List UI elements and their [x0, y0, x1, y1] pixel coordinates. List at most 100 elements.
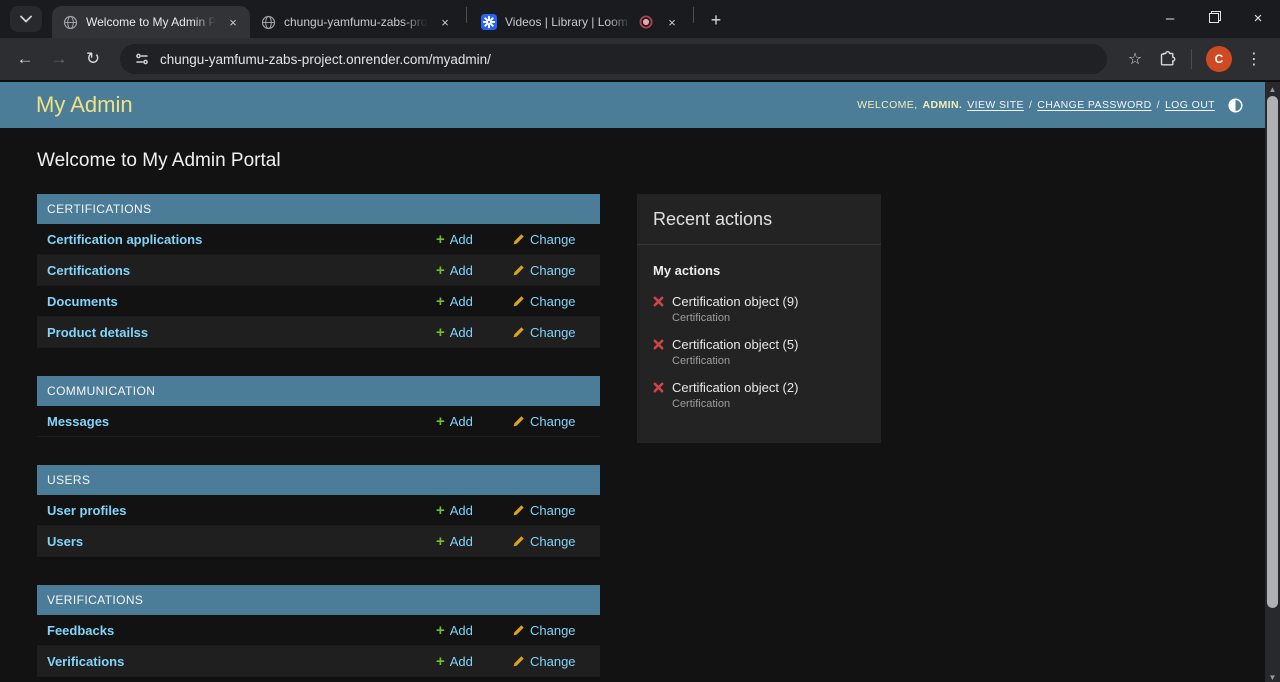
- tab-search-button[interactable]: [10, 6, 42, 32]
- plus-icon: +: [436, 412, 445, 430]
- tab-admin-portal[interactable]: Welcome to My Admin Portal | ×: [52, 6, 250, 38]
- profile-avatar[interactable]: C: [1206, 46, 1232, 72]
- delete-x-icon: [653, 296, 664, 307]
- minimize-button[interactable]: –: [1148, 0, 1192, 36]
- module-caption-link[interactable]: VERIFICATIONS: [37, 585, 600, 615]
- separator: /: [1156, 99, 1160, 111]
- logout-link[interactable]: LOG OUT: [1165, 99, 1215, 111]
- change-link[interactable]: Change: [512, 414, 590, 429]
- globe-favicon-icon: [62, 14, 78, 30]
- model-row: Certification applications + Add Change: [37, 224, 600, 255]
- scrollbar-thumb[interactable]: [1267, 96, 1278, 608]
- address-bar[interactable]: chungu-yamfumu-zabs-project.onrender.com…: [120, 44, 1107, 74]
- module-caption-link[interactable]: USERS: [37, 465, 600, 495]
- page-viewport: My Admin WELCOME, ADMIN. VIEW SITE / CHA…: [0, 80, 1280, 682]
- module-caption-link[interactable]: COMMUNICATION: [37, 376, 600, 406]
- extensions-icon[interactable]: [1153, 45, 1181, 73]
- browser-titlebar: Welcome to My Admin Portal | × chungu-ya…: [0, 0, 1280, 38]
- tab-divider: [693, 7, 694, 23]
- scroll-up-arrow[interactable]: ▲: [1265, 82, 1280, 96]
- browser-menu-icon[interactable]: ⋮: [1240, 45, 1268, 73]
- app-list: CERTIFICATIONS Certification applications…: [37, 194, 600, 682]
- change-label: Change: [530, 413, 576, 429]
- model-link[interactable]: User profiles: [47, 503, 436, 518]
- add-link[interactable]: + Add: [436, 414, 498, 429]
- recent-action-item: Certification object (9) Certification: [637, 294, 881, 324]
- forward-button[interactable]: →: [44, 44, 74, 74]
- new-tab-button[interactable]: +: [702, 6, 730, 34]
- change-label: Change: [530, 231, 576, 247]
- model-link[interactable]: Messages: [47, 414, 436, 429]
- view-site-link[interactable]: VIEW SITE: [967, 99, 1024, 111]
- app-module: USERS User profiles + Add Change Users + Add Cha…: [37, 465, 600, 557]
- add-label: Add: [449, 533, 473, 549]
- tab-title: Welcome to My Admin Portal |: [86, 15, 216, 29]
- add-link[interactable]: + Add: [436, 654, 498, 669]
- model-link[interactable]: Certifications: [47, 263, 436, 278]
- theme-toggle-icon[interactable]: [1228, 97, 1243, 113]
- action-model-type: Certification: [672, 398, 731, 410]
- change-link[interactable]: Change: [512, 232, 590, 247]
- model-link[interactable]: Product detailss: [47, 325, 436, 340]
- reload-button[interactable]: ↻: [78, 44, 108, 74]
- change-link[interactable]: Change: [512, 503, 590, 518]
- model-row: Verifications + Add Change: [37, 646, 600, 677]
- recent-actions-list: Certification object (9) Certification Cer…: [637, 294, 881, 410]
- pencil-icon: [513, 295, 524, 306]
- admin-page: My Admin WELCOME, ADMIN. VIEW SITE / CHA…: [0, 82, 1265, 682]
- change-link[interactable]: Change: [512, 263, 590, 278]
- toolbar-divider: [1191, 49, 1192, 69]
- add-link[interactable]: + Add: [436, 232, 498, 247]
- add-label: Add: [449, 653, 473, 669]
- close-tab-icon[interactable]: ×: [436, 13, 454, 31]
- plus-icon: +: [436, 230, 445, 248]
- add-link[interactable]: + Add: [436, 325, 498, 340]
- add-link[interactable]: + Add: [436, 503, 498, 518]
- add-link[interactable]: + Add: [436, 294, 498, 309]
- add-link[interactable]: + Add: [436, 623, 498, 638]
- change-link[interactable]: Change: [512, 534, 590, 549]
- close-window-button[interactable]: ×: [1236, 0, 1280, 36]
- module-caption-link[interactable]: CERTIFICATIONS: [37, 194, 600, 224]
- add-label: Add: [449, 324, 473, 340]
- change-label: Change: [530, 293, 576, 309]
- add-label: Add: [449, 262, 473, 278]
- app-module: VERIFICATIONS Feedbacks + Add Change Verifica…: [37, 585, 600, 677]
- loom-favicon-icon: [481, 14, 497, 30]
- scroll-down-arrow[interactable]: ▼: [1265, 670, 1280, 682]
- close-tab-icon[interactable]: ×: [663, 13, 681, 31]
- url-text[interactable]: chungu-yamfumu-zabs-project.onrender.com…: [160, 52, 491, 67]
- change-label: Change: [530, 622, 576, 638]
- add-link[interactable]: + Add: [436, 534, 498, 549]
- welcome-label: WELCOME,: [857, 99, 918, 111]
- site-settings-icon[interactable]: [134, 51, 150, 67]
- restore-button[interactable]: [1192, 0, 1236, 36]
- my-actions-subtitle: My actions: [653, 263, 721, 278]
- change-link[interactable]: Change: [512, 325, 590, 340]
- recording-indicator-icon: [639, 15, 653, 29]
- browser-toolbar: ← → ↻ chungu-yamfumu-zabs-project.onrend…: [0, 38, 1280, 80]
- model-link[interactable]: Users: [47, 534, 436, 549]
- back-button[interactable]: ←: [10, 44, 40, 74]
- close-tab-icon[interactable]: ×: [224, 13, 242, 31]
- change-link[interactable]: Change: [512, 654, 590, 669]
- model-link[interactable]: Feedbacks: [47, 623, 436, 638]
- tab-loom-videos[interactable]: Videos | Library | Loom ×: [471, 6, 689, 38]
- model-link[interactable]: Certification applications: [47, 232, 436, 247]
- site-branding-link[interactable]: My Admin: [36, 92, 133, 118]
- action-model-type: Certification: [672, 355, 731, 367]
- change-password-link[interactable]: CHANGE PASSWORD: [1037, 99, 1151, 111]
- plus-icon: +: [436, 652, 445, 670]
- change-link[interactable]: Change: [512, 623, 590, 638]
- change-link[interactable]: Change: [512, 294, 590, 309]
- page-scrollbar[interactable]: ▲ ▼: [1265, 82, 1280, 682]
- plus-icon: +: [436, 292, 445, 310]
- window-controls: – ×: [1148, 0, 1280, 36]
- model-row: User profiles + Add Change: [37, 495, 600, 526]
- add-link[interactable]: + Add: [436, 263, 498, 278]
- tab-project-site[interactable]: chungu-yamfumu-zabs-project ×: [250, 6, 462, 38]
- model-link[interactable]: Verifications: [47, 654, 436, 669]
- admin-header: My Admin WELCOME, ADMIN. VIEW SITE / CHA…: [0, 82, 1265, 128]
- model-link[interactable]: Documents: [47, 294, 436, 309]
- bookmark-star-icon[interactable]: ☆: [1121, 45, 1149, 73]
